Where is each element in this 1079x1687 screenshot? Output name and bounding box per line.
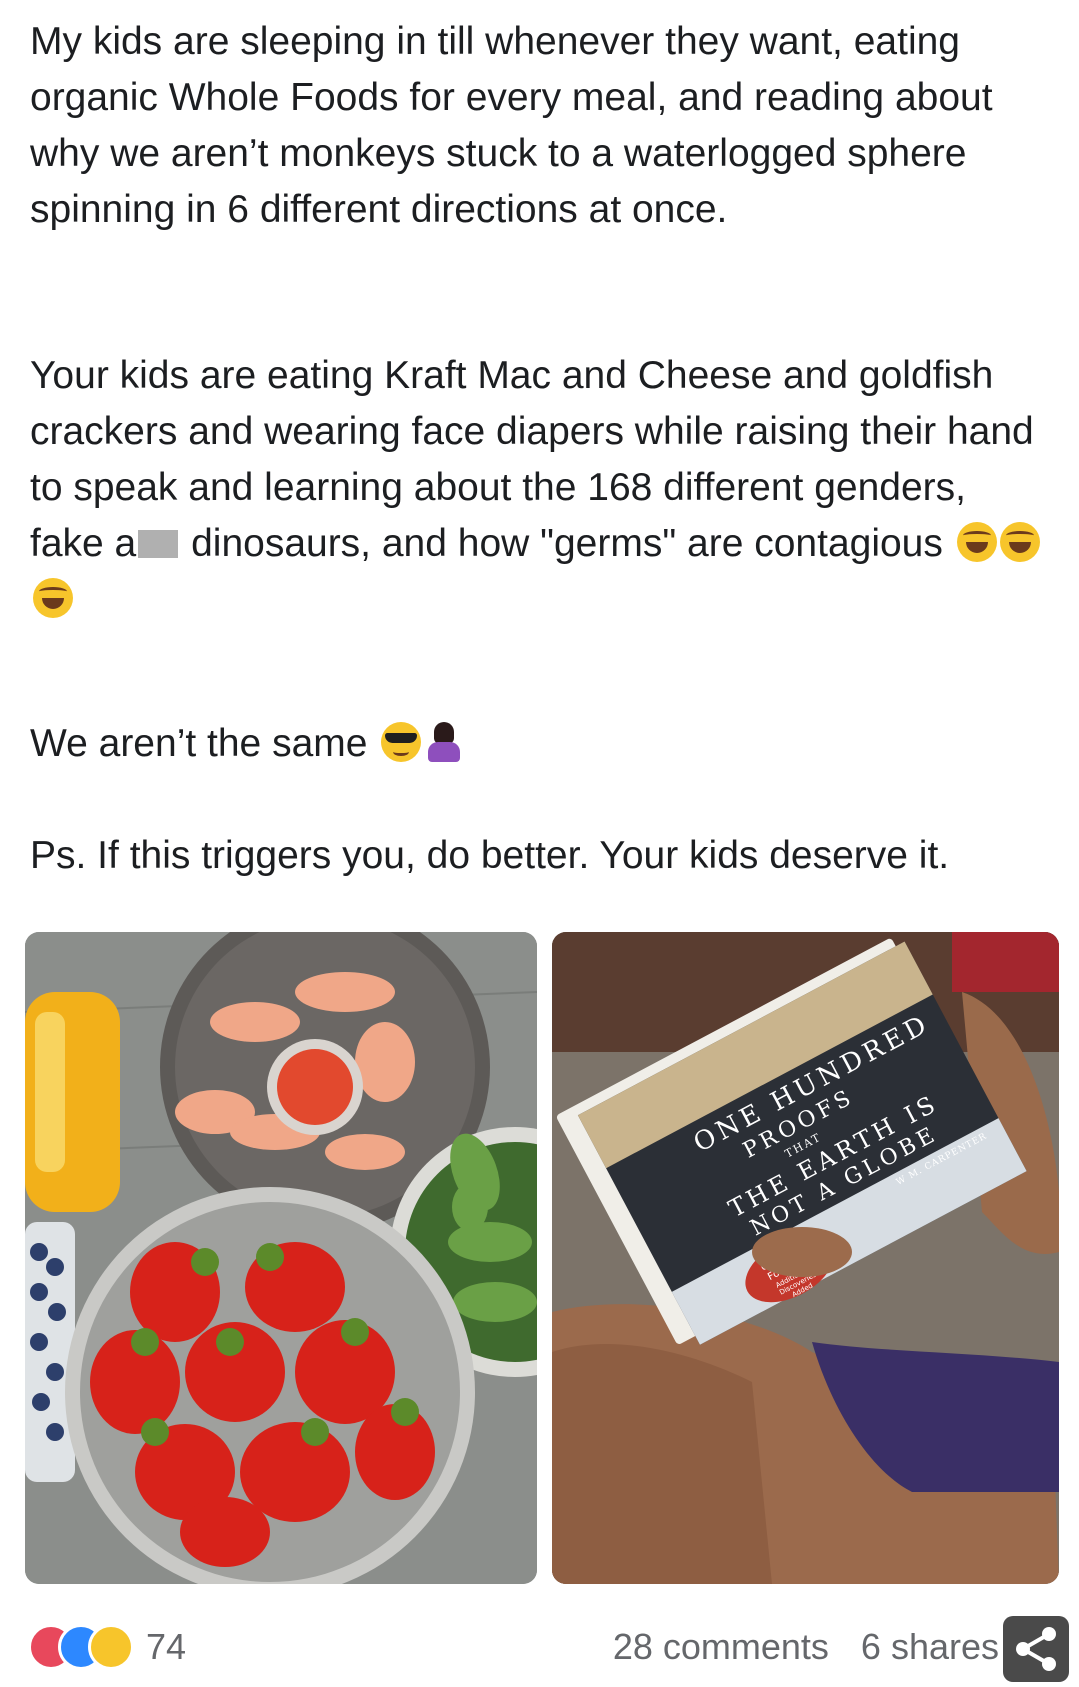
post-paragraph-2: Your kids are eating Kraft Mac and Chees… xyxy=(30,348,1050,628)
rolling-laughing-emoji-icon xyxy=(956,522,997,562)
food-photo-illustration xyxy=(25,932,537,1584)
paragraph-2-text-b: dinosaurs, and how "germs" are contagiou… xyxy=(180,522,943,565)
reaction-count: 74 xyxy=(146,1626,187,1667)
rolling-laughing-emoji-icon xyxy=(999,522,1040,562)
food-photo[interactable] xyxy=(25,932,537,1584)
shares-link[interactable]: 6 shares xyxy=(861,1626,999,1667)
post-paragraph-4: Ps. If this triggers you, do better. You… xyxy=(30,834,950,877)
post-paragraph-1: My kids are sleeping in till whenever th… xyxy=(30,20,993,231)
censor-block xyxy=(138,530,179,558)
post-footer: 74 28 comments 6 shares xyxy=(0,1608,1079,1685)
book-photo[interactable]: ONE HUNDRED PROOFS THAT THE EARTH IS NOT… xyxy=(552,932,1059,1584)
share-glyph xyxy=(1016,1627,1056,1671)
sauce-cup-icon xyxy=(277,1049,353,1125)
paragraph-3-text: We aren’t the same xyxy=(30,722,368,765)
post-stats: 28 comments 6 shares xyxy=(591,1626,999,1668)
haha-icon xyxy=(88,1624,134,1670)
shrug-emoji-icon xyxy=(424,722,464,762)
book-photo-illustration: ONE HUNDRED PROOFS THAT THE EARTH IS NOT… xyxy=(552,932,1059,1584)
share-icon[interactable] xyxy=(1003,1616,1069,1682)
rolling-laughing-emoji-icon xyxy=(33,578,73,618)
post-paragraph-3: We aren’t the same xyxy=(30,716,1050,772)
sunglasses-emoji-icon xyxy=(381,722,422,762)
comments-link[interactable]: 28 comments xyxy=(613,1626,829,1667)
